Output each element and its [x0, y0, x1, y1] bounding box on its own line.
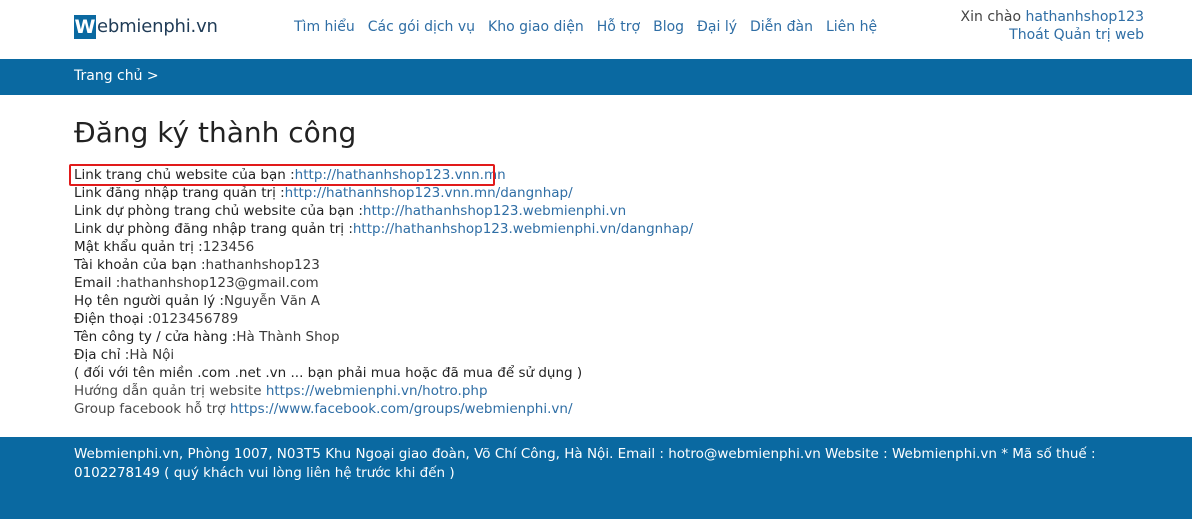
- info-row-email: Email :hathanhshop123@gmail.com: [74, 274, 693, 292]
- manager-value: Nguyễn Văn A: [223, 293, 320, 309]
- guide-row: Hướng dẫn quản trị website https://webmi…: [74, 382, 693, 400]
- main-nav: Tìm hiểu Các gói dịch vụ Kho giao diện H…: [294, 17, 890, 37]
- info-label: Họ tên người quản lý :: [74, 293, 224, 309]
- admin-link[interactable]: Quản trị web: [1054, 27, 1144, 43]
- nav-item-cac-goi-dich-vu[interactable]: Các gói dịch vụ: [368, 17, 475, 37]
- info-label: Tài khoản của bạn :: [74, 257, 206, 273]
- guide-link[interactable]: https://webmienphi.vn/hotro.php: [266, 383, 488, 399]
- nav-item-blog[interactable]: Blog: [653, 17, 684, 37]
- logout-link[interactable]: Thoát: [1009, 27, 1049, 43]
- company-value: Hà Thành Shop: [236, 329, 340, 345]
- guide-label: Hướng dẫn quản trị website: [74, 383, 262, 399]
- info-row-account: Tài khoản của bạn :hathanhshop123: [74, 256, 693, 274]
- logo-mark: W: [74, 15, 96, 39]
- info-row-address: Địa chỉ :Hà Nội: [74, 346, 693, 364]
- account-value: hathanhshop123: [205, 257, 320, 273]
- address-value: Hà Nội: [129, 347, 175, 363]
- info-row-password: Mật khẩu quản trị :123456: [74, 238, 693, 256]
- backup-homepage-link[interactable]: http://hathanhshop123.webmienphi.vn: [363, 203, 626, 219]
- user-box: Xin chào hathanhshop123 Thoát Quản trị w…: [961, 8, 1144, 44]
- breadcrumb-bar: Trang chủ >: [0, 59, 1192, 95]
- footer-text: Webmienphi.vn, Phòng 1007, N03T5 Khu Ngo…: [74, 446, 1096, 481]
- info-row-backup-homepage: Link dự phòng trang chủ website của bạn …: [74, 202, 693, 220]
- info-row-login: Link đăng nhập trang quản trị :http://ha…: [74, 184, 693, 202]
- page-title: Đăng ký thành công: [74, 116, 357, 149]
- nav-item-tim-hieu[interactable]: Tìm hiểu: [294, 17, 355, 37]
- registration-info: Link trang chủ website của bạn :http://h…: [74, 166, 693, 418]
- logo-text: ebmienphi.vn: [97, 16, 218, 37]
- group-label: Group facebook hỗ trợ: [74, 401, 226, 417]
- info-label: Link dự phòng đăng nhập trang quản trị :: [74, 221, 353, 237]
- highlight-box: [69, 164, 495, 186]
- info-row-manager: Họ tên người quản lý :Nguyễn Văn A: [74, 292, 693, 310]
- info-row-backup-login: Link dự phòng đăng nhập trang quản trị :…: [74, 220, 693, 238]
- group-link[interactable]: https://www.facebook.com/groups/webmienp…: [230, 401, 573, 417]
- email-value: hathanhshop123@gmail.com: [120, 275, 319, 291]
- info-label: Địa chỉ :: [74, 347, 130, 363]
- breadcrumb-home[interactable]: Trang chủ >: [74, 68, 159, 84]
- nav-item-ho-tro[interactable]: Hỗ trợ: [597, 17, 640, 37]
- info-label: Mật khẩu quản trị :: [74, 239, 203, 255]
- nav-item-dien-dan[interactable]: Diễn đàn: [750, 17, 813, 37]
- nav-item-kho-giao-dien[interactable]: Kho giao diện: [488, 17, 584, 37]
- username-link[interactable]: hathanhshop123: [1026, 9, 1144, 25]
- domain-note: ( đối với tên miền .com .net .vn ... bạn…: [74, 364, 693, 382]
- site-logo[interactable]: W ebmienphi.vn: [74, 15, 218, 39]
- nav-item-lien-he[interactable]: Liên hệ: [826, 17, 877, 37]
- site-footer: Webmienphi.vn, Phòng 1007, N03T5 Khu Ngo…: [0, 437, 1192, 519]
- info-label: Email :: [74, 275, 121, 291]
- info-label: Tên công ty / cửa hàng :: [74, 329, 237, 345]
- backup-login-link[interactable]: http://hathanhshop123.webmienphi.vn/dang…: [353, 221, 693, 237]
- greeting-text: Xin chào: [960, 9, 1022, 25]
- login-link[interactable]: http://hathanhshop123.vnn.mn/dangnhap/: [285, 185, 573, 201]
- phone-value: 0123456789: [152, 311, 239, 327]
- info-label: Link đăng nhập trang quản trị :: [74, 185, 285, 201]
- password-value: 123456: [202, 239, 255, 255]
- info-label: Link dự phòng trang chủ website của bạn …: [74, 203, 363, 219]
- site-header: W ebmienphi.vn Tìm hiểu Các gói dịch vụ …: [0, 0, 1192, 59]
- info-row-phone: Điện thoại :0123456789: [74, 310, 693, 328]
- domain-note-text: ( đối với tên miền .com .net .vn ... bạn…: [74, 365, 583, 381]
- nav-item-dai-ly[interactable]: Đại lý: [697, 17, 737, 37]
- group-row: Group facebook hỗ trợ https://www.facebo…: [74, 400, 693, 418]
- info-label: Điện thoại :: [74, 311, 153, 327]
- info-row-company: Tên công ty / cửa hàng :Hà Thành Shop: [74, 328, 693, 346]
